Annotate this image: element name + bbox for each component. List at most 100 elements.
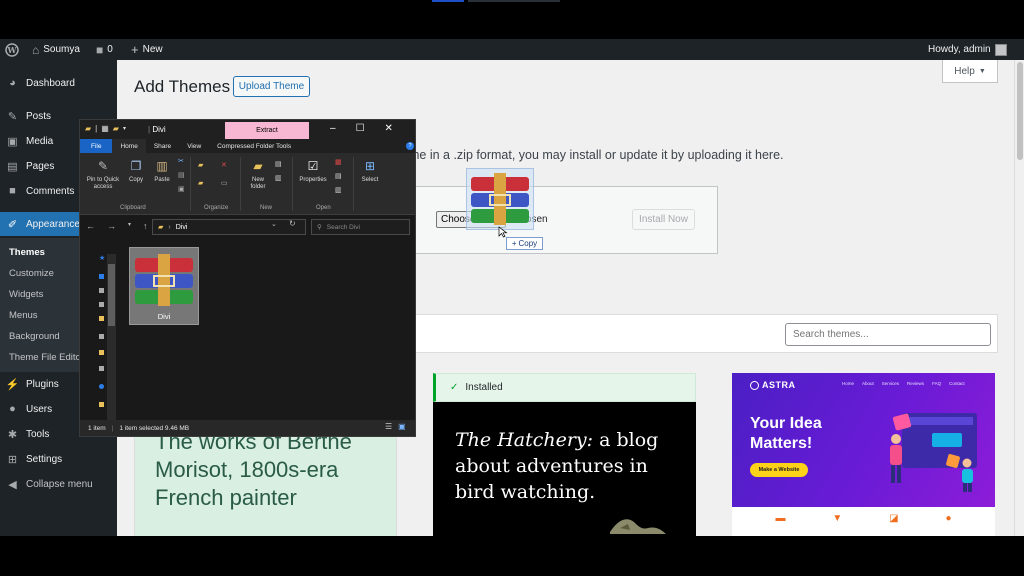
explorer-title: | Divi: [148, 125, 166, 134]
pin-quick-access-button[interactable]: ✎ Pin to Quick access: [83, 158, 123, 191]
cut-icon[interactable]: ✂: [178, 158, 186, 166]
nav-pane-scrollbar[interactable]: [107, 254, 116, 420]
plus-icon: +: [131, 42, 139, 57]
move-to-icon[interactable]: ▰: [198, 162, 206, 170]
copy-path-icon[interactable]: ▤: [178, 172, 186, 180]
folder-icon[interactable]: [99, 316, 104, 321]
breadcrumb-chevron-icon: ›: [168, 223, 171, 231]
astra-cta: Make a Website: [750, 463, 808, 477]
submenu-customize[interactable]: Customize: [9, 268, 54, 279]
select-button[interactable]: ⊞ Select: [358, 158, 382, 184]
new-folder-label: New folder: [250, 177, 266, 190]
edit-icon[interactable]: ▤: [335, 173, 343, 181]
theme-screenshot: The Hatchery: a blog about adventures in…: [433, 402, 696, 536]
theme-card-hatchery[interactable]: ✓ Installed The Hatchery: a blog about a…: [433, 373, 696, 536]
submenu-background[interactable]: Background: [9, 331, 60, 342]
onedrive-icon[interactable]: [99, 384, 104, 389]
winrar-archive-icon: [135, 254, 193, 306]
properties-label: Properties: [299, 177, 327, 183]
menu-collapse[interactable]: ◀ Collapse menu: [0, 472, 117, 496]
page-scrollbar[interactable]: [1014, 60, 1024, 536]
navigation-pane[interactable]: ★: [80, 254, 116, 420]
folder-icon[interactable]: [99, 334, 104, 339]
explorer-search-placeholder: Search Divi: [326, 223, 360, 231]
open-icon[interactable]: ▦: [335, 159, 343, 167]
forward-arrow-icon[interactable]: →: [107, 221, 116, 231]
search-icon: ⚲: [317, 224, 322, 231]
submenu-themes[interactable]: Themes: [9, 247, 45, 258]
desktop-icon[interactable]: [99, 274, 104, 279]
wp-logo-icon[interactable]: W: [5, 39, 19, 60]
quick-access-star-icon[interactable]: ★: [99, 255, 105, 262]
paste-button[interactable]: ▥ Paste: [150, 158, 174, 184]
details-view-icon[interactable]: ☰: [385, 422, 392, 431]
plug-icon: ⚡: [5, 378, 20, 391]
downloads-icon[interactable]: [99, 288, 104, 293]
open-group-label: Open: [316, 205, 331, 211]
tab-file[interactable]: File: [80, 139, 113, 153]
scrollbar-thumb[interactable]: [1017, 62, 1023, 160]
large-icons-view-icon[interactable]: ▣: [398, 422, 406, 431]
address-bar[interactable]: ▰ › Divi: [152, 219, 306, 235]
copy-to-icon[interactable]: ▰: [198, 180, 206, 188]
tab-share[interactable]: Share: [146, 139, 179, 153]
properties-icon[interactable]: ▦: [101, 124, 109, 133]
explorer-search-box[interactable]: ⚲ Search Divi: [311, 219, 410, 235]
view-toggle: ☰ ▣: [385, 422, 406, 431]
ribbon-separator: [292, 157, 293, 211]
organize-group-label: Organize: [204, 205, 229, 211]
new-content-link[interactable]: + New: [131, 39, 163, 60]
select-all-icon: ⊞: [364, 159, 376, 173]
account-menu[interactable]: Howdy, admin: [928, 39, 1007, 60]
maximize-icon[interactable]: ☐: [356, 123, 365, 134]
tab-home[interactable]: Home: [112, 139, 146, 153]
new-folder-icon[interactable]: ▰: [113, 124, 119, 133]
help-button[interactable]: Help ▼: [942, 60, 998, 83]
site-name-link[interactable]: ⌂ Soumya: [32, 39, 80, 60]
new-item-icon[interactable]: ▤: [275, 161, 283, 169]
menu-settings[interactable]: ⊞ Settings: [0, 447, 117, 471]
properties-button[interactable]: ☑ Properties: [296, 158, 330, 184]
folder-icon[interactable]: [99, 366, 104, 371]
documents-icon[interactable]: [99, 302, 104, 307]
menu-label: Media: [26, 135, 54, 147]
paste-shortcut-icon[interactable]: ▣: [178, 186, 186, 194]
menu-label: Users: [26, 403, 53, 415]
submenu-widgets[interactable]: Widgets: [9, 289, 43, 300]
theme-card-astra[interactable]: ASTRA Home About Services Reviews FAQ Co…: [732, 373, 995, 536]
back-arrow-icon[interactable]: ←: [86, 221, 95, 231]
recent-chevron-icon[interactable]: ▾: [128, 221, 131, 231]
help-icon[interactable]: ?: [406, 142, 414, 150]
nav-pane-scroll-thumb[interactable]: [108, 264, 115, 326]
new-folder-button[interactable]: ▰ New folder: [244, 158, 272, 191]
rename-icon[interactable]: ▭: [221, 180, 229, 188]
collapse-icon: ◀: [8, 478, 17, 491]
folder-icon[interactable]: [99, 350, 104, 355]
extract-context-tab[interactable]: Extract: [225, 122, 309, 139]
up-arrow-icon[interactable]: ↑: [143, 221, 148, 231]
store-icon: ▬: [775, 513, 786, 524]
minimize-icon[interactable]: –: [330, 123, 336, 134]
comments-link[interactable]: ■ 0: [96, 39, 113, 60]
delete-icon[interactable]: ✕: [221, 162, 229, 170]
install-now-button[interactable]: Install Now: [632, 209, 695, 230]
chevron-down-icon[interactable]: ▾: [123, 125, 126, 132]
address-dropdown-icon[interactable]: ⌄: [271, 220, 277, 228]
copy-button[interactable]: ❐ Copy: [125, 158, 147, 184]
file-item-divi[interactable]: Divi: [129, 247, 199, 325]
menu-label: Comments: [26, 185, 75, 197]
folder-icon[interactable]: [99, 402, 104, 407]
status-item-count: 1 item: [88, 424, 106, 432]
refresh-icon[interactable]: ↻: [289, 219, 296, 228]
tab-compressed-folder-tools[interactable]: Compressed Folder Tools: [209, 139, 299, 153]
submenu-theme-file-editor[interactable]: Theme File Edito: [9, 352, 81, 363]
wp-admin-bar: W ⌂ Soumya ■ 0 + New Howdy, admin: [0, 39, 1024, 60]
search-themes-input[interactable]: [785, 323, 991, 346]
submenu-menus[interactable]: Menus: [9, 310, 38, 321]
tab-view[interactable]: View: [179, 139, 209, 153]
easy-access-icon[interactable]: ▥: [275, 175, 283, 183]
menu-dashboard[interactable]: ◕ Dashboard: [0, 71, 117, 95]
upload-theme-button[interactable]: Upload Theme: [233, 76, 310, 97]
history-icon[interactable]: ▥: [335, 187, 343, 195]
close-icon[interactable]: ✕: [385, 123, 393, 134]
